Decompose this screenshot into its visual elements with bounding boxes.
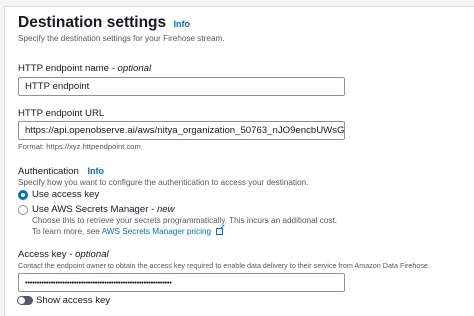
access-key-description: Contact the endpoint owner to obtain the… (18, 261, 430, 270)
endpoint-name-label-text: HTTP endpoint name (18, 63, 110, 74)
secrets-manager-description: Choose this to retrieve your secrets pro… (32, 216, 338, 225)
authentication-description: Specify how you want to configure the au… (18, 178, 309, 187)
endpoint-name-input[interactable]: HTTP endpoint (18, 77, 345, 96)
access-key-label: Access key - optional (18, 249, 109, 260)
section-title: Destination settings Info (18, 14, 190, 32)
authentication-label-text: Authentication (18, 166, 79, 177)
endpoint-url-input[interactable]: https://api.openobserve.ai/aws/nitya_org… (18, 121, 345, 140)
external-link-icon (216, 228, 224, 235)
secrets-manager-pricing-link[interactable]: AWS Secrets Manager pricing (102, 227, 211, 236)
secrets-manager-label-text: Use AWS Secrets Manager - (32, 204, 157, 215)
section-title-text: Destination settings (18, 14, 167, 31)
show-access-key-toggle[interactable] (17, 296, 33, 305)
show-access-key-label[interactable]: Show access key (36, 295, 110, 306)
section-description: Specify the destination settings for you… (18, 34, 225, 43)
radio-use-secrets-manager[interactable] (18, 205, 28, 215)
secrets-manager-learn-more: To learn more, see AWS Secrets Manager p… (32, 227, 224, 236)
info-link[interactable]: Info (173, 19, 190, 29)
access-key-label-text: Access key (18, 249, 67, 260)
toggle-knob (18, 297, 25, 304)
optional-tag: - optional (111, 63, 152, 74)
endpoint-name-label: HTTP endpoint name - optional (18, 63, 151, 74)
authentication-label: Authentication Info (18, 166, 104, 177)
access-key-input[interactable]: ••••••••••••••••••••••••••••••••••••••••… (18, 273, 345, 292)
learn-more-prefix: To learn more, see (32, 227, 102, 236)
destination-settings-panel: Destination settings Info Specify the de… (4, 6, 474, 316)
new-tag: new (156, 204, 175, 215)
radio-use-access-key[interactable] (18, 190, 28, 200)
radio-use-secrets-manager-label[interactable]: Use AWS Secrets Manager - new (32, 204, 175, 215)
authentication-info-link[interactable]: Info (87, 166, 104, 176)
endpoint-url-format-hint: Format: https://xyz.httpendpoint.com (18, 142, 141, 151)
access-key-optional-tag: - optional (69, 249, 109, 260)
radio-use-access-key-label[interactable]: Use access key (32, 189, 99, 200)
endpoint-url-label: HTTP endpoint URL (18, 108, 105, 119)
